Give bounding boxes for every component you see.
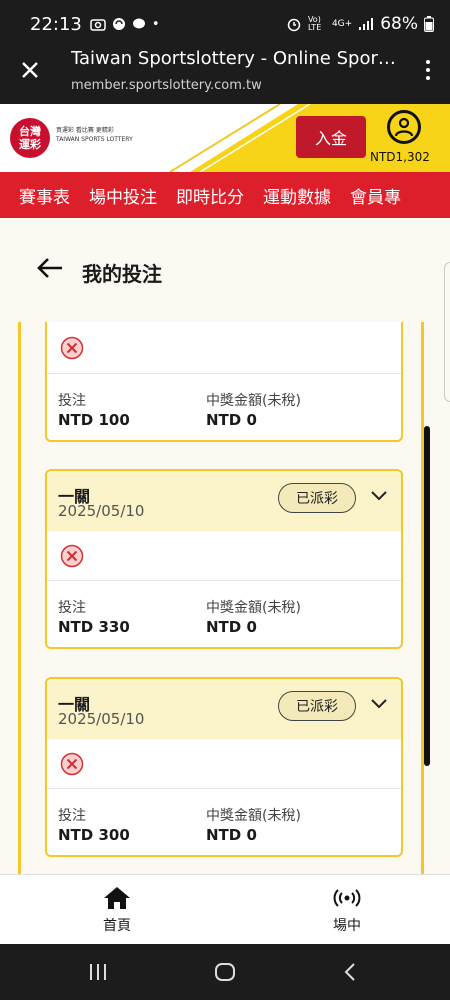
bottom-nav-live-label: 場中 <box>333 918 361 934</box>
bottom-nav-home-label: 首頁 <box>103 918 131 934</box>
dot-icon <box>426 76 430 80</box>
recent-apps-button[interactable] <box>84 958 112 986</box>
user-icon <box>394 117 414 137</box>
status-time: 22:13 <box>30 13 82 35</box>
stake-value: NTD 100 <box>58 411 130 429</box>
browser-toolbar: Taiwan Sportslottery - Online Sports... … <box>0 48 450 104</box>
payout-value: NTD 0 <box>206 618 257 636</box>
bottom-nav-live[interactable]: 場中 <box>307 885 387 935</box>
payout-value: NTD 0 <box>206 826 257 844</box>
site-header: 台灣 運彩 買運彩 看比賽 更精彩 TAIWAN SPORTS LOTTERY 入… <box>0 104 450 172</box>
system-nav-bar <box>0 944 450 1000</box>
volte-label: Vo) LTE <box>307 15 322 32</box>
battery-percent: 68% <box>380 14 418 34</box>
bet-card-header[interactable]: 一關 2025/05/10 已派彩 <box>47 679 401 739</box>
bet-card[interactable]: 一關 2025/05/10 已派彩 投注 NTD 330 中獎金額(未稅) NT… <box>45 469 403 649</box>
scrollbar[interactable] <box>424 426 430 766</box>
bottom-nav-home[interactable]: 首頁 <box>77 885 157 935</box>
nav-item-sports-data[interactable]: 運動數據 <box>263 183 331 208</box>
recent-apps-icon <box>90 964 106 980</box>
chevron-down-icon[interactable] <box>369 485 389 505</box>
payout-value: NTD 0 <box>206 411 257 429</box>
loss-x-icon <box>60 544 84 568</box>
side-scroll-handle[interactable] <box>444 262 450 402</box>
bet-card-header[interactable]: 一關 2025/05/10 已派彩 <box>47 471 401 531</box>
bet-card[interactable]: 投注 NTD 100 中獎金額(未稅) NTD 0 <box>45 322 403 442</box>
bet-date: 2025/05/10 <box>58 502 145 520</box>
account-button[interactable] <box>387 110 421 144</box>
arrow-left-icon <box>37 258 62 278</box>
battery-icon <box>424 16 434 32</box>
stake-value: NTD 330 <box>58 618 130 636</box>
stake-label: 投注 <box>58 808 86 824</box>
page-tab-title: Taiwan Sportslottery - Online Sports... <box>71 48 401 69</box>
nav-item-live-betting[interactable]: 場中投注 <box>89 183 157 208</box>
url-display[interactable]: member.sportslottery.com.tw <box>71 78 262 93</box>
chevron-left-icon <box>344 963 355 981</box>
page-title: 我的投注 <box>82 262 162 286</box>
stake-label: 投注 <box>58 393 86 409</box>
live-broadcast-icon <box>333 889 361 907</box>
lte-label: 4G+ <box>331 19 353 29</box>
dot-icon <box>426 68 430 72</box>
deposit-button[interactable]: 入金 <box>296 116 366 158</box>
stake-value: NTD 300 <box>58 826 130 844</box>
status-bar: 22:13 • Vo) LTE 4G+ 68% <box>0 0 450 48</box>
chevron-down-icon[interactable] <box>369 693 389 713</box>
home-icon <box>104 887 130 909</box>
page-header: 我的投注 <box>0 218 450 322</box>
status-badge: 已派彩 <box>278 483 356 513</box>
bet-result <box>47 739 401 789</box>
more-options-button[interactable] <box>420 56 436 84</box>
nav-item-live-scores[interactable]: 即時比分 <box>176 183 244 208</box>
loss-x-icon <box>60 752 84 776</box>
nav-item-schedule[interactable]: 賽事表 <box>19 183 70 208</box>
alarm-icon <box>287 18 301 32</box>
bet-summary: 投注 NTD 300 中獎金額(未稅) NTD 0 <box>47 789 401 855</box>
home-system-button[interactable] <box>211 958 239 986</box>
chat-bubble-icon <box>132 18 145 29</box>
bet-date: 2025/05/10 <box>58 710 145 728</box>
nav-item-member[interactable]: 會員專 <box>350 183 401 208</box>
close-tab-button[interactable] <box>16 56 44 84</box>
back-button[interactable] <box>36 256 64 286</box>
bet-summary: 投注 NTD 100 中獎金額(未稅) NTD 0 <box>47 374 401 440</box>
logo-slogan-en: TAIWAN SPORTS LOTTERY <box>56 136 133 143</box>
bet-result <box>47 531 401 581</box>
logo-slogan: 買運彩 看比賽 更精彩 TAIWAN SPORTS LOTTERY <box>56 126 133 144</box>
signal-icon <box>359 18 374 30</box>
logo-slogan-cn: 買運彩 看比賽 更精彩 <box>56 127 114 134</box>
back-system-button[interactable] <box>337 958 365 986</box>
payout-label: 中獎金額(未稅) <box>206 808 301 824</box>
bet-result <box>47 322 401 374</box>
main-nav: 賽事表 場中投注 即時比分 運動數據 會員專 <box>0 172 450 218</box>
bets-list[interactable]: 投注 NTD 100 中獎金額(未稅) NTD 0 一關 2025/05/10 … <box>18 322 424 874</box>
bottom-nav: 首頁 場中 <box>0 874 450 944</box>
payout-label: 中獎金額(未稅) <box>206 600 301 616</box>
sync-icon <box>112 18 125 30</box>
loss-x-icon <box>60 336 84 360</box>
stake-label: 投注 <box>58 600 86 616</box>
notification-icons: • <box>90 17 160 32</box>
close-icon <box>22 62 38 78</box>
bet-card[interactable]: 一關 2025/05/10 已派彩 投注 NTD 300 中獎金額(未稅) NT… <box>45 677 403 857</box>
bet-summary: 投注 NTD 330 中獎金額(未稅) NTD 0 <box>47 581 401 647</box>
dot-icon: • <box>151 16 160 32</box>
account-balance: NTD1,302 <box>370 150 430 164</box>
camera-icon <box>90 19 106 31</box>
dot-icon <box>426 60 430 64</box>
payout-label: 中獎金額(未稅) <box>206 393 301 409</box>
status-badge: 已派彩 <box>278 691 356 721</box>
home-circle-icon <box>215 963 235 981</box>
site-logo[interactable]: 台灣 運彩 <box>10 118 50 158</box>
